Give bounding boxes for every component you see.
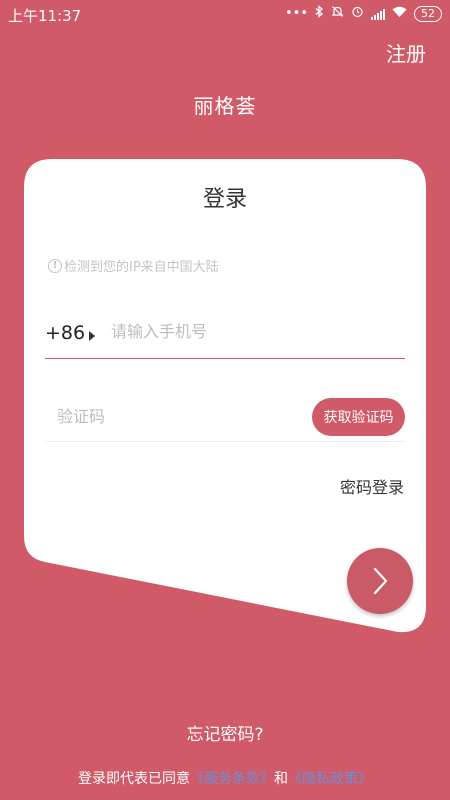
phone-field: +86: [45, 312, 405, 359]
caret-right-icon[interactable]: [89, 331, 95, 341]
next-button[interactable]: [347, 548, 413, 614]
chevron-right-icon: [373, 567, 388, 595]
verification-code-input[interactable]: [57, 407, 287, 426]
get-code-button[interactable]: 获取验证码: [312, 398, 405, 436]
info-icon: !: [48, 258, 62, 273]
ip-notice: ! 检测到您的IP来自中国大陆: [48, 256, 219, 275]
forgot-password-link[interactable]: 忘记密码?: [0, 720, 450, 745]
privacy-link[interactable]: 《隐私政策》: [288, 771, 372, 787]
country-code-selector[interactable]: +86: [45, 322, 85, 344]
page-title: 登录: [202, 187, 247, 212]
verification-code-field: 获取验证码: [45, 396, 405, 442]
phone-input[interactable]: [111, 322, 401, 341]
login-form: 登录 ! 检测到您的IP来自中国大陆 +86 获取验证码 密码登录: [0, 0, 450, 800]
password-login-link[interactable]: 密码登录: [340, 474, 404, 498]
ip-notice-text: 检测到您的IP来自中国大陆: [64, 260, 219, 275]
terms-link[interactable]: 《服务条款》: [190, 771, 274, 787]
agreement-prefix: 登录即代表已同意: [78, 771, 190, 787]
agreement-and: 和: [274, 771, 288, 787]
agreement-text: 登录即代表已同意《服务条款》和《隐私政策》: [0, 768, 450, 788]
